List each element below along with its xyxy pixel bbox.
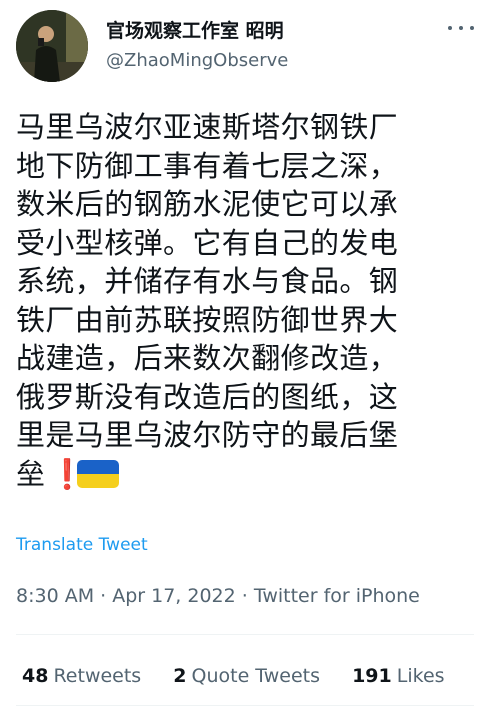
exclamation-emoji-icon: ❗ (49, 456, 86, 491)
quote-tweets-label: Quote Tweets (191, 665, 321, 687)
ukraine-flag-icon (77, 459, 120, 488)
retweets-stat[interactable]: 48 Retweets (22, 664, 141, 688)
likes-label: Likes (396, 665, 445, 687)
display-name[interactable]: 官场观察工作室 昭明 (106, 20, 284, 42)
divider (16, 634, 474, 635)
likes-count: 191 (352, 665, 392, 687)
retweets-label: Retweets (53, 665, 142, 687)
tweet-text: 马里乌波尔亚速斯塔尔钢铁厂 地下防御工事有着七层之深， 数米后的钢筋水泥使它可以… (16, 108, 474, 493)
quote-tweets-count: 2 (173, 665, 187, 687)
tweet-timestamp[interactable]: 8:30 AM · Apr 17, 2022 · Twitter for iPh… (16, 584, 420, 608)
translate-tweet-link[interactable]: Translate Tweet (16, 534, 148, 556)
tweet-stats: 48 Retweets 2 Quote Tweets 191 Likes (22, 664, 445, 688)
more-dot (470, 26, 474, 30)
tweet-line: 俄罗斯没有改造后的图纸，这 (16, 379, 399, 414)
tweet-line: 铁厂由前苏联按照防御世界大 (16, 302, 399, 337)
divider (16, 705, 474, 706)
tweet-line: 里是马里乌波尔防守的最后堡 (16, 418, 399, 452)
avatar[interactable] (16, 10, 88, 82)
likes-stat[interactable]: 191 Likes (352, 664, 444, 688)
tweet-line: 受小型核弹。它有自己的发电 (16, 225, 399, 260)
quote-tweets-stat[interactable]: 2 Quote Tweets (173, 664, 320, 688)
retweets-count: 48 (22, 665, 49, 687)
user-handle[interactable]: @ZhaoMingObserve (106, 50, 288, 72)
tweet-line: 马里乌波尔亚速斯塔尔钢铁厂 (16, 110, 399, 144)
tweet-line: 数米后的钢筋水泥使它可以承 (16, 187, 399, 221)
tweet-line: 地下防御工事有着七层之深， (16, 148, 399, 183)
more-dot (448, 26, 452, 30)
tweet-line: 战建造，后来数次翻修改造， (16, 341, 399, 375)
more-options-icon[interactable] (448, 18, 474, 38)
tweet-line-last: 垒 ❗ (16, 455, 474, 494)
more-dot (459, 26, 463, 30)
tweet-line-text: 垒 (16, 456, 46, 491)
tweet-line: 系统，并储存有水与食品。钢 (16, 264, 399, 298)
